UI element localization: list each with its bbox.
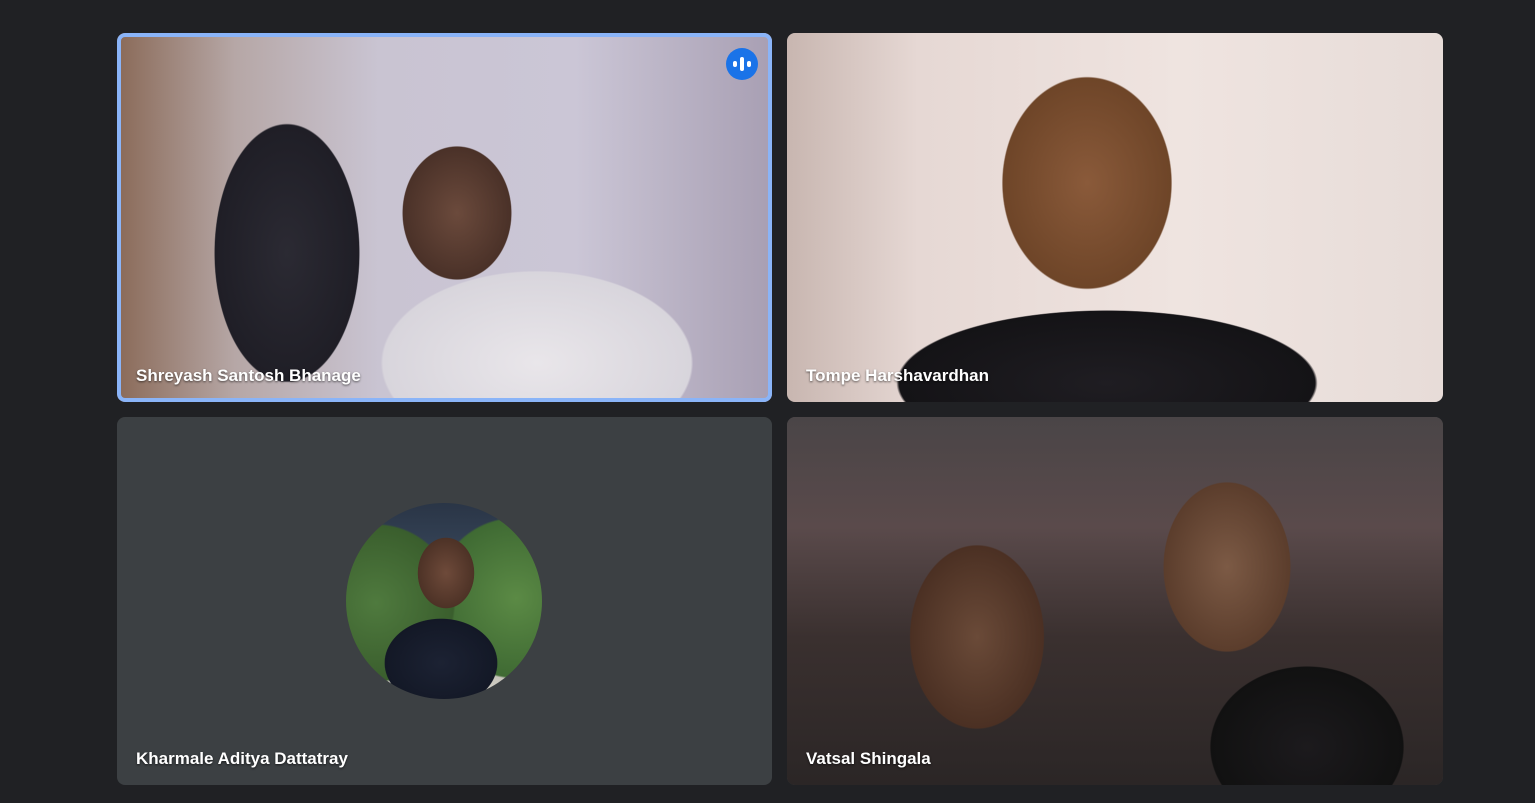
participant-tile-1[interactable]: Shreyash Santosh Bhanage: [117, 33, 772, 402]
participant-name: Vatsal Shingala: [806, 749, 931, 768]
participant-tile-4[interactable]: Vatsal Shingala: [787, 417, 1443, 785]
participant-video: [787, 417, 1443, 785]
participant-avatar: [346, 503, 542, 699]
audio-bar: [747, 61, 751, 67]
participant-video: [787, 33, 1443, 402]
participant-tile-2[interactable]: Tompe Harshavardhan: [787, 33, 1443, 402]
meeting-grid: Shreyash Santosh Bhanage Tompe Harshavar…: [0, 0, 1535, 803]
audio-level-icon: [726, 48, 758, 80]
participant-name: Tompe Harshavardhan: [806, 366, 989, 385]
participant-name: Kharmale Aditya Dattatray: [136, 749, 348, 768]
audio-bar: [740, 57, 744, 71]
participant-video: [117, 33, 772, 402]
audio-bar: [733, 61, 737, 67]
participant-name: Shreyash Santosh Bhanage: [136, 366, 361, 385]
participant-tile-3[interactable]: Kharmale Aditya Dattatray: [117, 417, 772, 785]
